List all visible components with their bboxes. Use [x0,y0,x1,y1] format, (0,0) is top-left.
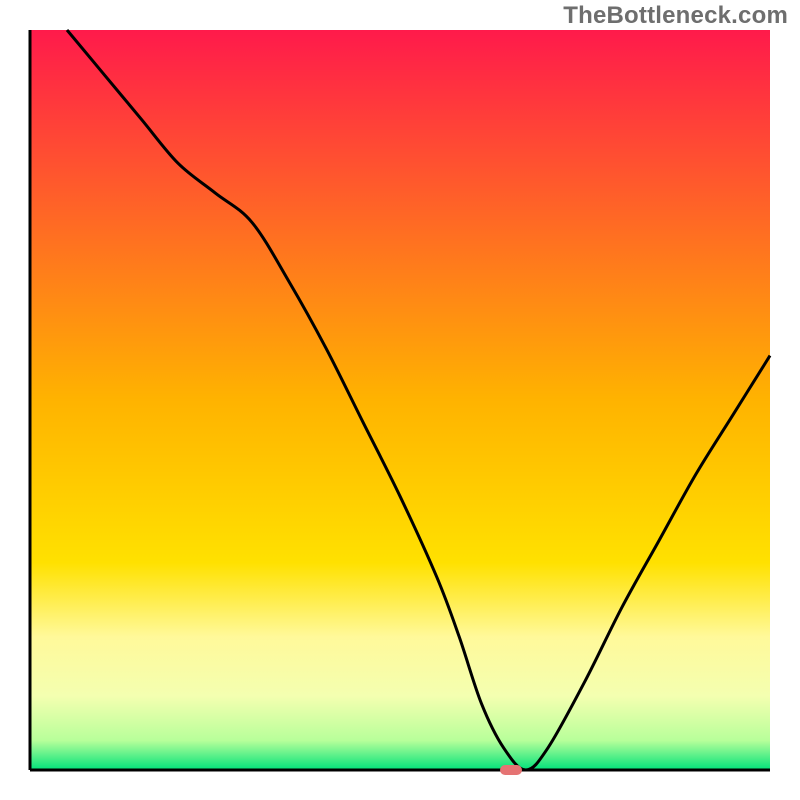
bottleneck-chart [0,0,800,800]
chart-container: TheBottleneck.com [0,0,800,800]
watermark-text: TheBottleneck.com [563,2,788,30]
plot-background [30,30,770,770]
optimum-marker [500,765,522,775]
